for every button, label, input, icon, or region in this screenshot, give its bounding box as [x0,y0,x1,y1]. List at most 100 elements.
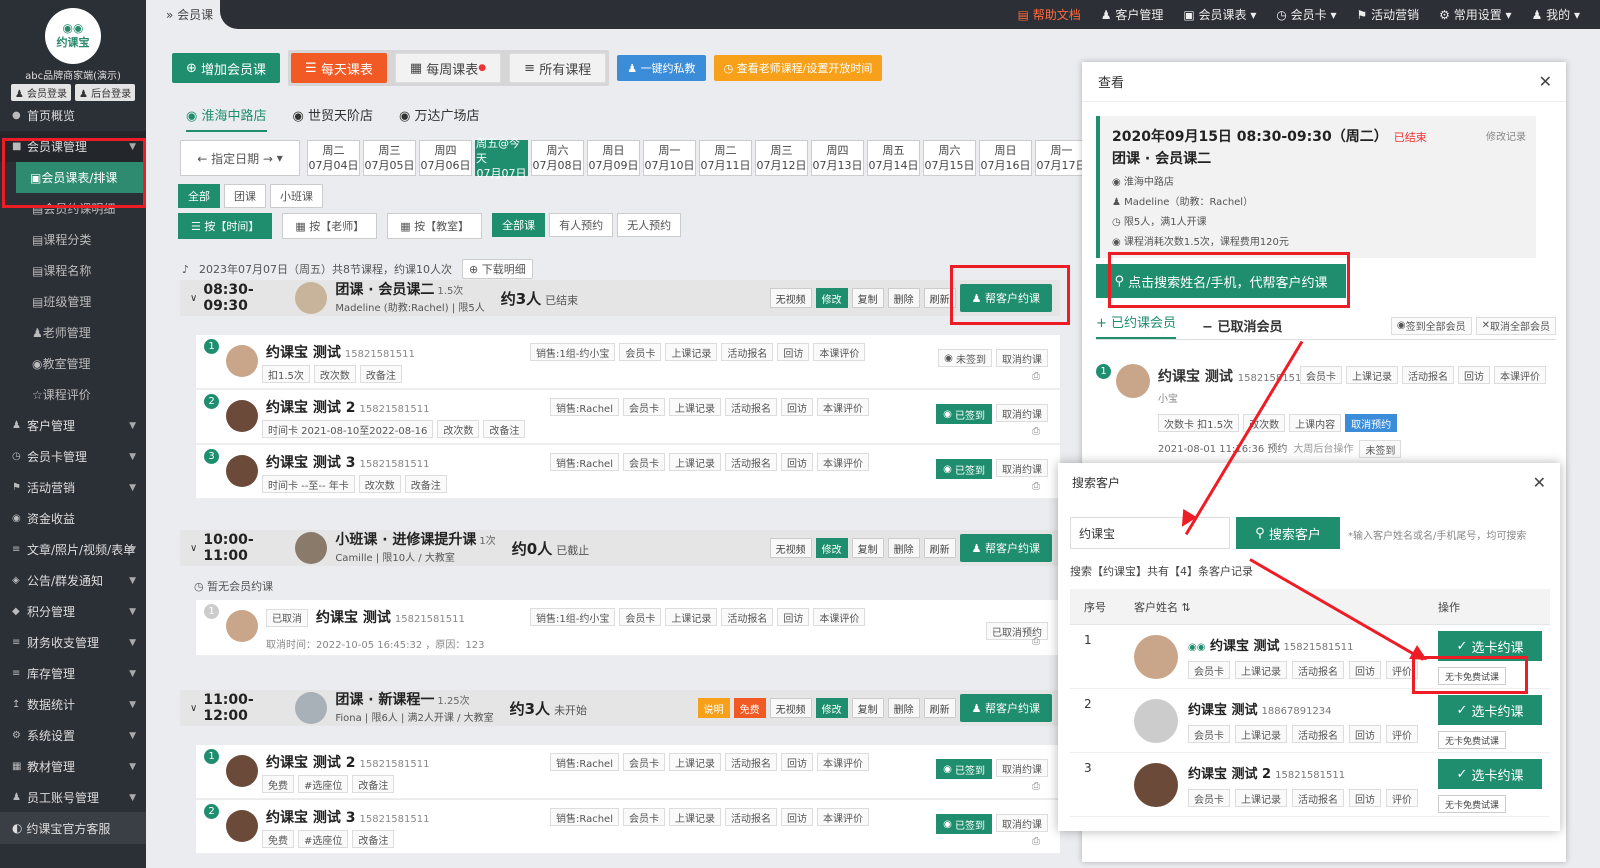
tag[interactable]: #选座位 [298,775,349,793]
card-button[interactable]: 会员卡 [1188,725,1230,743]
sidebar-item-class[interactable]: ▤ 班级管理 [0,286,146,317]
signed-button[interactable]: ◉ 已签到 [936,814,992,834]
sign-all-button[interactable]: ◉ 签到全部会员 [1390,316,1472,335]
free-trial-button[interactable]: 无卡免费试课 [1438,667,1506,685]
private-booking-button[interactable]: ♟ 一键约私教 [617,55,706,81]
sidebar-item-card[interactable]: ◷ 会员卡管理 ▼ [0,441,146,472]
tab-cancelled-members[interactable]: − 已取消会员 [1202,316,1282,335]
review-button[interactable]: 本课评价 [817,808,869,826]
student-name[interactable]: 约课宝 测试 3 15821581511 [266,452,430,472]
visit-button[interactable]: 回访 [1458,366,1490,384]
sort-icon[interactable]: ⇅ [1182,601,1191,614]
cancel-booking-button[interactable]: 取消约课 [996,759,1048,777]
visit-button[interactable]: 回访 [777,343,810,361]
print-icon[interactable]: ⎙ [1032,836,1040,847]
store-tab-1[interactable]: ◉ 淮海中路店 [186,105,267,132]
chevron-down-icon[interactable]: ∨ [190,703,197,714]
tag[interactable]: 改备注 [352,775,395,793]
chevron-down-icon[interactable]: ∨ [190,293,197,304]
help-book-button[interactable]: ♟ 帮客户约课 [959,284,1052,312]
records-button[interactable]: 上课记录 [1235,725,1287,743]
review-button[interactable]: 本课评价 [813,343,866,361]
tab-booked-members[interactable]: + 已约课会员 [1096,312,1177,339]
tab-weekly[interactable]: ▦ 每周课表 ● [394,53,502,83]
admin-login-button[interactable]: ♟ 后台登录 [75,84,136,101]
card-button[interactable]: 会员卡 [1188,661,1230,679]
day-tab[interactable]: 周二 07月11日 [699,140,752,176]
cancel-booking-button[interactable]: 取消约课 [996,404,1048,422]
copy-button[interactable]: 复制 [851,288,884,308]
edit-log-link[interactable]: 修改记录 [1486,128,1526,143]
chevron-down-icon[interactable]: ∨ [190,543,197,554]
tab-daily[interactable]: ☰ 每天课表 [291,53,387,83]
activity-button[interactable]: 活动报名 [1402,366,1454,384]
card-button[interactable]: 会员卡 [1300,366,1342,384]
refresh-button[interactable]: 刷新 [923,538,956,558]
help-book-button[interactable]: ♟ 帮客户约课 [959,534,1052,562]
day-tab-today[interactable]: 周五@今天 07月07日 [475,137,528,180]
store-tab-3[interactable]: ◉ 万达广场店 [399,105,480,132]
sidebar-item-textbook[interactable]: ▦ 教材管理 ▼ [0,751,146,782]
sidebar-item-stats[interactable]: ↥ 数据统计 ▼ [0,689,146,720]
activity-button[interactable]: 活动报名 [721,608,774,626]
day-tab[interactable]: 周三 07月05日 [363,140,416,176]
sales-tag[interactable]: 销售:Rachel [550,753,619,771]
search-book-button[interactable]: ⚲ 点击搜索姓名/手机，代帮客户约课 [1096,264,1346,298]
top-nav-marketing[interactable]: ⚑ 活动营销 [1357,6,1420,23]
filter-by-classroom[interactable]: ▦ 按【教室】 [387,213,483,239]
sidebar-item-booking-detail[interactable]: ▤ 会员约课明细 [0,193,146,224]
no-video-button[interactable]: 无视频 [769,538,812,558]
day-tab[interactable]: 周日 07月16日 [979,140,1032,176]
review-button[interactable]: 本课评价 [817,453,869,471]
close-icon[interactable]: ✕ [1533,473,1546,492]
review-button[interactable]: 评价 [1386,789,1418,807]
review-button[interactable]: 本课评价 [1494,366,1546,384]
card-button[interactable]: 会员卡 [1188,789,1230,807]
records-button[interactable]: 上课记录 [669,453,721,471]
student-name[interactable]: 约课宝 测试 2 15821581511 [266,752,430,772]
tag[interactable]: 改次数 [313,365,356,383]
edit-button[interactable]: 修改 [815,698,848,718]
customer-service-link[interactable]: ◐ 约课宝官方客服 [0,812,146,844]
review-button[interactable]: 评价 [1386,661,1418,679]
visit-button[interactable]: 回访 [781,453,813,471]
sidebar-item-classroom[interactable]: ◉ 教室管理 [0,348,146,379]
select-card-book-button[interactable]: ✓ 选卡约课 [1438,695,1542,725]
sidebar-item-marketing[interactable]: ⚑ 活动营销 ▼ [0,472,146,503]
store-tab-2[interactable]: ◉ 世贸天阶店 [293,105,374,132]
date-picker[interactable]: ← 指定日期 → ▾ [180,140,300,176]
filter-all[interactable]: 全部 [178,184,220,208]
delete-button[interactable]: 删除 [887,288,920,308]
sidebar-item-content[interactable]: ≡ 文章/照片/视频/表单 ▼ [0,534,146,565]
name-column-header[interactable]: 客户姓名 ⇅ [1122,599,1428,615]
visit-button[interactable]: 回访 [781,753,813,771]
signed-button[interactable]: ◉ 已签到 [936,459,992,479]
class-header[interactable]: ∨ 11:00-12:00 团课 · 新课程一 1.25次 Fiona | 限6人… [180,690,1060,726]
sidebar-item-notice[interactable]: ◈ 公告/群发通知 ▼ [0,565,146,596]
tag[interactable]: 改备注 [359,365,402,383]
help-docs-link[interactable]: ▤ 帮助文档 [1018,6,1081,23]
day-tab[interactable]: 周二 07月04日 [307,140,360,176]
card-button[interactable]: 会员卡 [619,343,662,361]
refresh-button[interactable]: 刷新 [923,288,956,308]
sidebar-item-course-name[interactable]: ▤ 课程名称 [0,255,146,286]
sidebar-item-member-course[interactable]: ■ 会员课管理 ▼ [0,131,146,162]
tag[interactable]: 改次数 [358,475,401,493]
records-button[interactable]: 上课记录 [1235,789,1287,807]
edit-button[interactable]: 修改 [815,538,848,558]
day-tab[interactable]: 周四 07月13日 [811,140,864,176]
print-icon[interactable]: ⎙ [1032,426,1040,437]
student-name[interactable]: 约课宝 测试 3 15821581511 [266,807,430,827]
signed-button[interactable]: ◉ 已签到 [936,404,992,424]
sales-tag[interactable]: 销售:Rachel [550,398,619,416]
filter-by-teacher[interactable]: ▦ 按【老师】 [282,213,378,239]
sidebar-item-review[interactable]: ☆ 课程评价 [0,379,146,410]
tag[interactable]: 改备注 [483,420,526,438]
free-trial-button[interactable]: 无卡免费试课 [1438,795,1506,813]
student-name[interactable]: 约课宝 测试 2 15821581511 [266,397,430,417]
tab-all-courses[interactable]: ≡ 所有课程 [509,53,607,83]
records-button[interactable]: 上课记录 [665,608,718,626]
sidebar-item-staff[interactable]: ♟ 员工账号管理 ▼ [0,782,146,813]
open-time-button[interactable]: ◷ 查看老师课程/设置开放时间 [713,55,883,81]
tag[interactable]: #选座位 [298,830,349,848]
